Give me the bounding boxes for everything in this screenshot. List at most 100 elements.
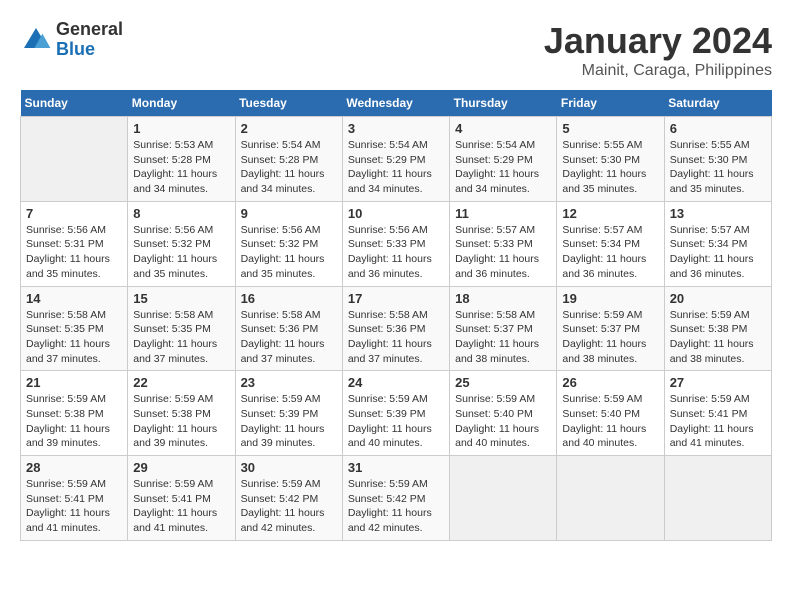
- day-info: Sunrise: 5:58 AMSunset: 5:35 PMDaylight:…: [133, 308, 229, 367]
- calendar-cell: 4 Sunrise: 5:54 AMSunset: 5:29 PMDayligh…: [450, 117, 557, 202]
- calendar-cell: 9 Sunrise: 5:56 AMSunset: 5:32 PMDayligh…: [235, 201, 342, 286]
- header-saturday: Saturday: [664, 90, 771, 117]
- day-number: 14: [26, 291, 122, 306]
- weekday-row: Sunday Monday Tuesday Wednesday Thursday…: [21, 90, 772, 117]
- day-number: 13: [670, 206, 766, 221]
- day-number: 15: [133, 291, 229, 306]
- logo: General Blue: [20, 20, 123, 60]
- calendar-cell: 24 Sunrise: 5:59 AMSunset: 5:39 PMDaylig…: [342, 371, 449, 456]
- day-info: Sunrise: 5:59 AMSunset: 5:40 PMDaylight:…: [562, 392, 658, 451]
- day-info: Sunrise: 5:53 AMSunset: 5:28 PMDaylight:…: [133, 138, 229, 197]
- calendar-cell: 13 Sunrise: 5:57 AMSunset: 5:34 PMDaylig…: [664, 201, 771, 286]
- day-number: 21: [26, 375, 122, 390]
- calendar-cell: 10 Sunrise: 5:56 AMSunset: 5:33 PMDaylig…: [342, 201, 449, 286]
- day-info: Sunrise: 5:59 AMSunset: 5:39 PMDaylight:…: [241, 392, 337, 451]
- calendar-cell: 30 Sunrise: 5:59 AMSunset: 5:42 PMDaylig…: [235, 456, 342, 541]
- day-info: Sunrise: 5:59 AMSunset: 5:38 PMDaylight:…: [133, 392, 229, 451]
- day-number: 28: [26, 460, 122, 475]
- day-number: 30: [241, 460, 337, 475]
- day-info: Sunrise: 5:56 AMSunset: 5:32 PMDaylight:…: [133, 223, 229, 282]
- header-wednesday: Wednesday: [342, 90, 449, 117]
- day-info: Sunrise: 5:54 AMSunset: 5:29 PMDaylight:…: [455, 138, 551, 197]
- day-info: Sunrise: 5:57 AMSunset: 5:33 PMDaylight:…: [455, 223, 551, 282]
- title-block: January 2024 Mainit, Caraga, Philippines: [544, 20, 772, 80]
- calendar-cell: 17 Sunrise: 5:58 AMSunset: 5:36 PMDaylig…: [342, 286, 449, 371]
- day-info: Sunrise: 5:58 AMSunset: 5:36 PMDaylight:…: [348, 308, 444, 367]
- calendar-cell: 7 Sunrise: 5:56 AMSunset: 5:31 PMDayligh…: [21, 201, 128, 286]
- calendar-cell: 18 Sunrise: 5:58 AMSunset: 5:37 PMDaylig…: [450, 286, 557, 371]
- calendar-cell: 26 Sunrise: 5:59 AMSunset: 5:40 PMDaylig…: [557, 371, 664, 456]
- day-info: Sunrise: 5:59 AMSunset: 5:42 PMDaylight:…: [348, 477, 444, 536]
- calendar-cell: 12 Sunrise: 5:57 AMSunset: 5:34 PMDaylig…: [557, 201, 664, 286]
- day-info: Sunrise: 5:56 AMSunset: 5:31 PMDaylight:…: [26, 223, 122, 282]
- day-number: 5: [562, 121, 658, 136]
- day-info: Sunrise: 5:59 AMSunset: 5:38 PMDaylight:…: [670, 308, 766, 367]
- day-number: 22: [133, 375, 229, 390]
- header-tuesday: Tuesday: [235, 90, 342, 117]
- calendar-cell: 2 Sunrise: 5:54 AMSunset: 5:28 PMDayligh…: [235, 117, 342, 202]
- day-info: Sunrise: 5:56 AMSunset: 5:33 PMDaylight:…: [348, 223, 444, 282]
- day-info: Sunrise: 5:59 AMSunset: 5:38 PMDaylight:…: [26, 392, 122, 451]
- calendar-cell: 16 Sunrise: 5:58 AMSunset: 5:36 PMDaylig…: [235, 286, 342, 371]
- day-number: 29: [133, 460, 229, 475]
- calendar-cell: 25 Sunrise: 5:59 AMSunset: 5:40 PMDaylig…: [450, 371, 557, 456]
- day-number: 12: [562, 206, 658, 221]
- calendar-cell: [21, 117, 128, 202]
- day-number: 10: [348, 206, 444, 221]
- location: Mainit, Caraga, Philippines: [544, 62, 772, 80]
- calendar-week-0: 1 Sunrise: 5:53 AMSunset: 5:28 PMDayligh…: [21, 117, 772, 202]
- calendar-cell: 20 Sunrise: 5:59 AMSunset: 5:38 PMDaylig…: [664, 286, 771, 371]
- calendar-week-2: 14 Sunrise: 5:58 AMSunset: 5:35 PMDaylig…: [21, 286, 772, 371]
- day-info: Sunrise: 5:59 AMSunset: 5:39 PMDaylight:…: [348, 392, 444, 451]
- day-info: Sunrise: 5:58 AMSunset: 5:37 PMDaylight:…: [455, 308, 551, 367]
- day-info: Sunrise: 5:55 AMSunset: 5:30 PMDaylight:…: [670, 138, 766, 197]
- day-number: 4: [455, 121, 551, 136]
- calendar-cell: 5 Sunrise: 5:55 AMSunset: 5:30 PMDayligh…: [557, 117, 664, 202]
- day-info: Sunrise: 5:59 AMSunset: 5:37 PMDaylight:…: [562, 308, 658, 367]
- calendar-cell: 14 Sunrise: 5:58 AMSunset: 5:35 PMDaylig…: [21, 286, 128, 371]
- calendar-cell: 3 Sunrise: 5:54 AMSunset: 5:29 PMDayligh…: [342, 117, 449, 202]
- day-info: Sunrise: 5:57 AMSunset: 5:34 PMDaylight:…: [670, 223, 766, 282]
- calendar-week-3: 21 Sunrise: 5:59 AMSunset: 5:38 PMDaylig…: [21, 371, 772, 456]
- calendar-cell: 19 Sunrise: 5:59 AMSunset: 5:37 PMDaylig…: [557, 286, 664, 371]
- day-number: 8: [133, 206, 229, 221]
- day-info: Sunrise: 5:59 AMSunset: 5:42 PMDaylight:…: [241, 477, 337, 536]
- calendar-cell: [450, 456, 557, 541]
- day-number: 11: [455, 206, 551, 221]
- day-number: 31: [348, 460, 444, 475]
- day-info: Sunrise: 5:55 AMSunset: 5:30 PMDaylight:…: [562, 138, 658, 197]
- day-number: 17: [348, 291, 444, 306]
- calendar-cell: 11 Sunrise: 5:57 AMSunset: 5:33 PMDaylig…: [450, 201, 557, 286]
- calendar-cell: 29 Sunrise: 5:59 AMSunset: 5:41 PMDaylig…: [128, 456, 235, 541]
- day-info: Sunrise: 5:56 AMSunset: 5:32 PMDaylight:…: [241, 223, 337, 282]
- calendar-body: 1 Sunrise: 5:53 AMSunset: 5:28 PMDayligh…: [21, 117, 772, 541]
- header-monday: Monday: [128, 90, 235, 117]
- day-number: 24: [348, 375, 444, 390]
- logo-icon: [20, 24, 52, 56]
- day-number: 6: [670, 121, 766, 136]
- calendar-cell: 6 Sunrise: 5:55 AMSunset: 5:30 PMDayligh…: [664, 117, 771, 202]
- day-info: Sunrise: 5:58 AMSunset: 5:36 PMDaylight:…: [241, 308, 337, 367]
- calendar-cell: 21 Sunrise: 5:59 AMSunset: 5:38 PMDaylig…: [21, 371, 128, 456]
- day-info: Sunrise: 5:59 AMSunset: 5:40 PMDaylight:…: [455, 392, 551, 451]
- calendar-cell: 15 Sunrise: 5:58 AMSunset: 5:35 PMDaylig…: [128, 286, 235, 371]
- calendar-cell: 27 Sunrise: 5:59 AMSunset: 5:41 PMDaylig…: [664, 371, 771, 456]
- day-info: Sunrise: 5:59 AMSunset: 5:41 PMDaylight:…: [670, 392, 766, 451]
- header-thursday: Thursday: [450, 90, 557, 117]
- day-number: 1: [133, 121, 229, 136]
- page-header: General Blue January 2024 Mainit, Caraga…: [20, 20, 772, 80]
- day-number: 18: [455, 291, 551, 306]
- calendar-cell: 23 Sunrise: 5:59 AMSunset: 5:39 PMDaylig…: [235, 371, 342, 456]
- logo-text: General Blue: [56, 20, 123, 60]
- calendar-cell: 22 Sunrise: 5:59 AMSunset: 5:38 PMDaylig…: [128, 371, 235, 456]
- day-number: 7: [26, 206, 122, 221]
- day-info: Sunrise: 5:54 AMSunset: 5:28 PMDaylight:…: [241, 138, 337, 197]
- day-number: 16: [241, 291, 337, 306]
- day-info: Sunrise: 5:59 AMSunset: 5:41 PMDaylight:…: [26, 477, 122, 536]
- day-number: 23: [241, 375, 337, 390]
- header-friday: Friday: [557, 90, 664, 117]
- calendar-table: Sunday Monday Tuesday Wednesday Thursday…: [20, 90, 772, 541]
- calendar-cell: 1 Sunrise: 5:53 AMSunset: 5:28 PMDayligh…: [128, 117, 235, 202]
- day-info: Sunrise: 5:54 AMSunset: 5:29 PMDaylight:…: [348, 138, 444, 197]
- day-number: 26: [562, 375, 658, 390]
